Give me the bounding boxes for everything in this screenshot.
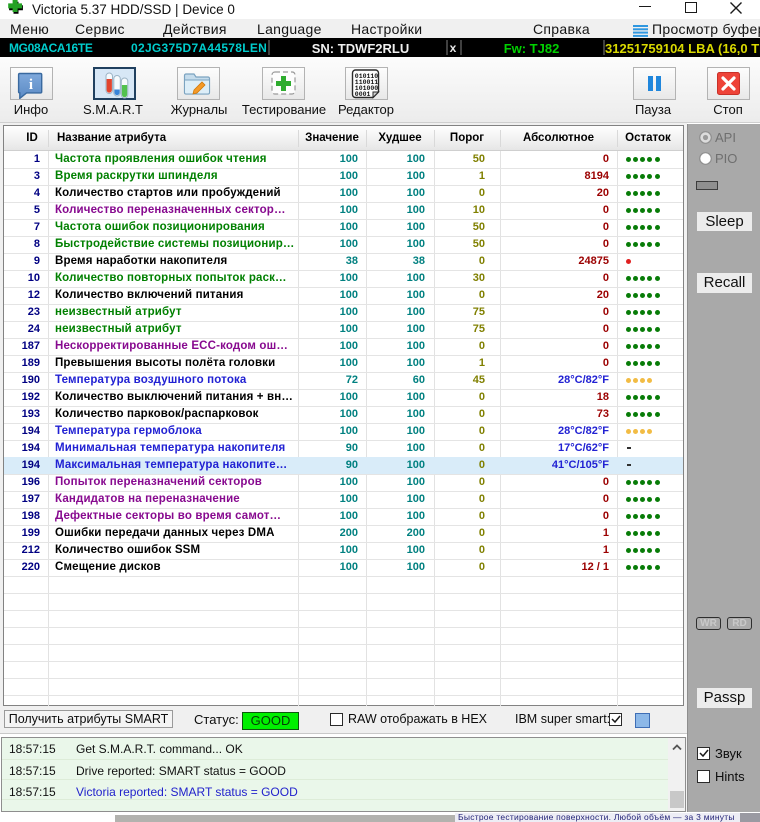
svg-text:0001: 0001 <box>355 91 371 98</box>
svg-text:i: i <box>29 77 33 93</box>
